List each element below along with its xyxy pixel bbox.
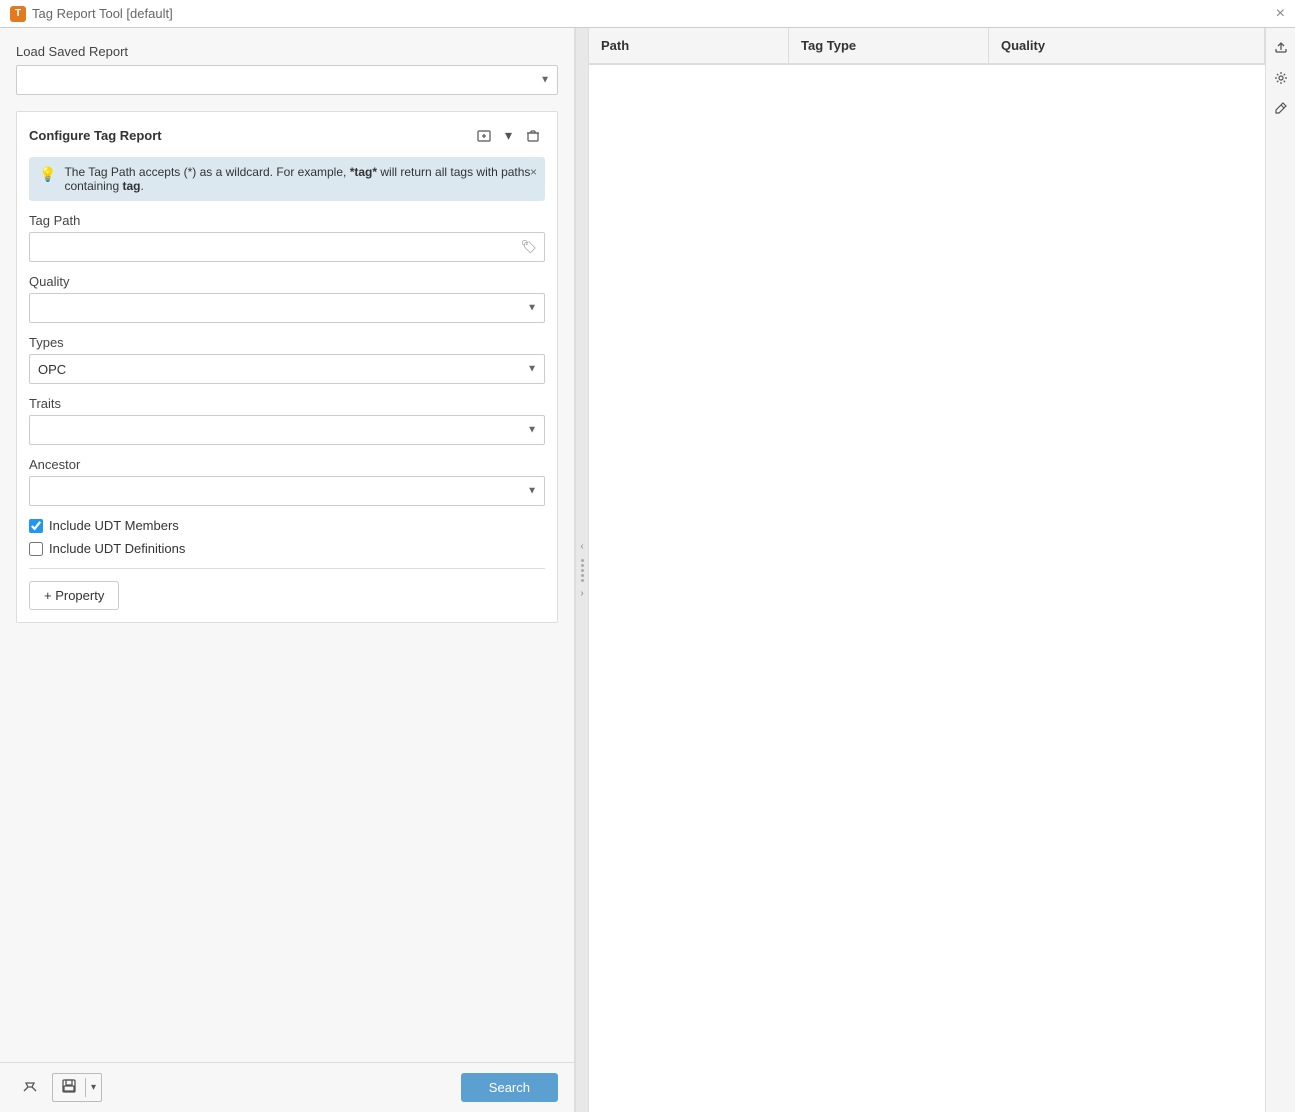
info-banner: 💡 The Tag Path accepts (*) as a wildcard… — [29, 157, 545, 201]
column-quality: Quality — [989, 28, 1265, 63]
configure-dropdown-button[interactable]: ▾ — [500, 124, 517, 147]
configure-actions: ▾ — [472, 124, 545, 147]
load-saved-report-label: Load Saved Report — [16, 44, 558, 59]
tag-path-group: Tag Path 🏷 — [29, 213, 545, 262]
clear-button[interactable] — [16, 1074, 44, 1102]
property-button-label: + Property — [44, 588, 104, 603]
right-content: Path Tag Type Quality — [589, 28, 1265, 1112]
bottom-bar: ▾ Search — [0, 1062, 574, 1112]
configure-add-button[interactable] — [472, 126, 496, 146]
panel-splitter[interactable]: ‹ › — [575, 28, 589, 1112]
quality-group: Quality ▼ — [29, 274, 545, 323]
traits-group: Traits ▼ — [29, 396, 545, 445]
include-udt-definitions-group: Include UDT Definitions — [29, 541, 545, 556]
configure-header: Configure Tag Report ▾ — [29, 124, 545, 147]
traits-select-wrapper: ▼ — [29, 415, 545, 445]
right-panel-inner: Path Tag Type Quality — [589, 28, 1295, 1112]
include-udt-definitions-checkbox[interactable] — [29, 542, 43, 556]
info-text: The Tag Path accepts (*) as a wildcard. … — [64, 165, 535, 193]
types-select[interactable]: OPC — [29, 354, 545, 384]
ancestor-select[interactable] — [29, 476, 545, 506]
include-udt-members-label[interactable]: Include UDT Members — [49, 518, 179, 533]
configure-delete-button[interactable] — [521, 126, 545, 146]
load-saved-report-select[interactable] — [16, 65, 558, 95]
configure-title: Configure Tag Report — [29, 128, 472, 143]
save-button-group: ▾ — [52, 1073, 102, 1102]
traits-select[interactable] — [29, 415, 545, 445]
export-button[interactable] — [1269, 36, 1293, 60]
configure-section: Configure Tag Report ▾ — [16, 111, 558, 623]
column-path: Path — [589, 28, 789, 63]
right-panel: Path Tag Type Quality — [589, 28, 1295, 1112]
quality-select[interactable] — [29, 293, 545, 323]
main-layout: Load Saved Report ▼ Configure Tag Report — [0, 28, 1295, 1112]
collapse-left-icon[interactable]: ‹ — [580, 539, 583, 555]
ancestor-label: Ancestor — [29, 457, 545, 472]
divider — [29, 568, 545, 569]
title-bar: T Tag Report Tool [default] × — [0, 0, 1295, 28]
traits-label: Traits — [29, 396, 545, 411]
info-icon: 💡 — [39, 166, 56, 183]
table-header: Path Tag Type Quality — [589, 28, 1265, 65]
types-label: Types — [29, 335, 545, 350]
search-button[interactable]: Search — [461, 1073, 558, 1102]
load-saved-report-section: Load Saved Report ▼ — [16, 44, 558, 95]
include-udt-definitions-label[interactable]: Include UDT Definitions — [49, 541, 185, 556]
right-toolbar — [1265, 28, 1295, 1112]
tag-path-input[interactable] — [29, 232, 545, 262]
table-body — [589, 65, 1265, 1112]
save-dropdown-button[interactable]: ▾ — [85, 1078, 101, 1097]
settings-button[interactable] — [1269, 66, 1293, 90]
splitter-handle — [581, 559, 584, 582]
app-icon: T — [10, 6, 26, 22]
save-button[interactable] — [53, 1074, 85, 1101]
ancestor-select-wrapper: ▼ — [29, 476, 545, 506]
quality-select-wrapper: ▼ — [29, 293, 545, 323]
load-saved-report-wrapper: ▼ — [16, 65, 558, 95]
expand-right-icon[interactable]: › — [580, 586, 583, 602]
ancestor-group: Ancestor ▼ — [29, 457, 545, 506]
info-close-button[interactable]: × — [530, 165, 537, 179]
tag-path-input-wrapper: 🏷 — [29, 232, 545, 262]
property-button[interactable]: + Property — [29, 581, 119, 610]
types-group: Types OPC ▼ — [29, 335, 545, 384]
close-button[interactable]: × — [1276, 5, 1285, 23]
edit-button[interactable] — [1269, 96, 1293, 120]
types-select-wrapper: OPC ▼ — [29, 354, 545, 384]
include-udt-members-checkbox[interactable] — [29, 519, 43, 533]
left-panel: Load Saved Report ▼ Configure Tag Report — [0, 28, 575, 1112]
quality-label: Quality — [29, 274, 545, 289]
tag-path-label: Tag Path — [29, 213, 545, 228]
window-title: Tag Report Tool [default] — [32, 6, 173, 21]
include-udt-members-group: Include UDT Members — [29, 518, 545, 533]
left-panel-content: Load Saved Report ▼ Configure Tag Report — [0, 28, 574, 1062]
column-tag-type: Tag Type — [789, 28, 989, 63]
